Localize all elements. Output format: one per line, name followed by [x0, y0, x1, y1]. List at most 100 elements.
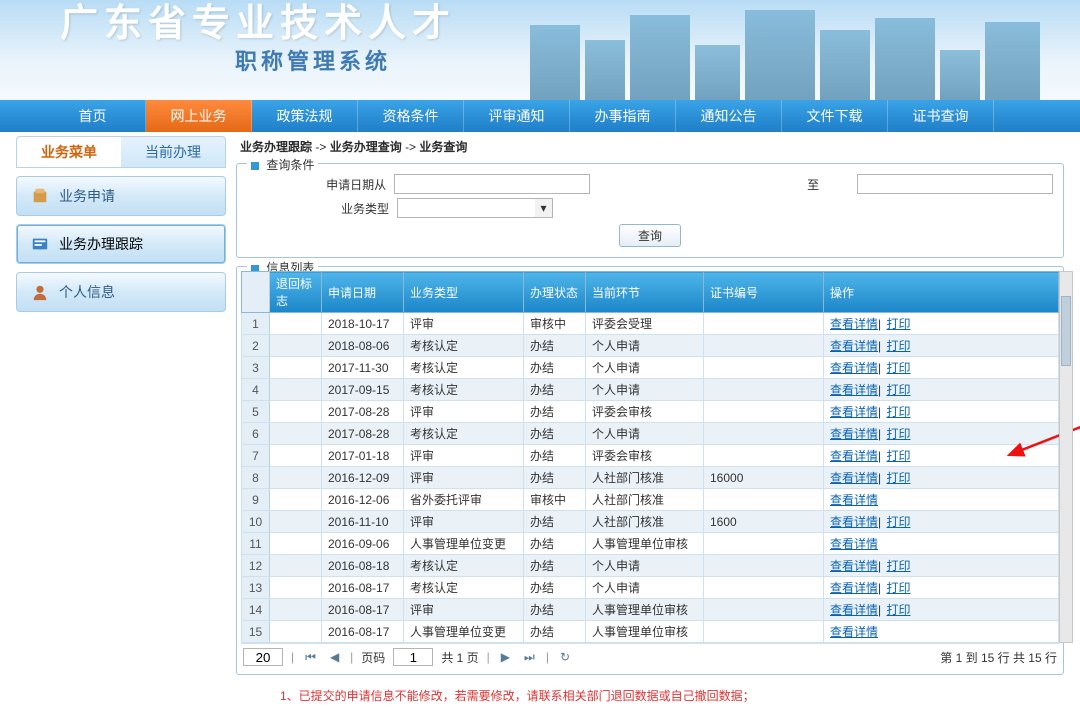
cell [704, 533, 824, 555]
table-row[interactable]: 42017-09-15考核认定办结个人申请查看详情| 打印 [242, 379, 1059, 401]
table-row[interactable]: 142016-08-17评审办结人事管理单位审核查看详情| 打印 [242, 599, 1059, 621]
print-link[interactable]: 打印 [886, 471, 910, 485]
side-tab[interactable]: 当前办理 [121, 137, 225, 167]
print-link[interactable]: 打印 [886, 581, 910, 595]
print-link[interactable]: 打印 [886, 405, 910, 419]
nav-item[interactable]: 评审通知 [464, 100, 570, 132]
cell: 2016-08-18 [322, 555, 404, 577]
row-number: 6 [242, 423, 270, 445]
date-to-input[interactable] [857, 174, 1053, 194]
print-link[interactable]: 打印 [886, 449, 910, 463]
view-link[interactable]: 查看详情 [830, 449, 878, 463]
table-row[interactable]: 72017-01-18评审办结评委会审核查看详情| 打印 [242, 445, 1059, 467]
print-link[interactable]: 打印 [886, 383, 910, 397]
view-link[interactable]: 查看详情 [830, 471, 878, 485]
cell: 评委会受理 [586, 313, 704, 335]
cell: 办结 [524, 445, 586, 467]
table-row[interactable]: 152016-08-17人事管理单位变更办结人事管理单位审核查看详情 [242, 621, 1059, 643]
cell: 审核中 [524, 313, 586, 335]
column-header[interactable]: 业务类型 [404, 272, 524, 313]
table-scrollbar[interactable] [1059, 271, 1073, 643]
table-row[interactable]: 12018-10-17评审审核中评委会受理查看详情| 打印 [242, 313, 1059, 335]
table-row[interactable]: 132016-08-17考核认定办结个人申请查看详情| 打印 [242, 577, 1059, 599]
table-row[interactable]: 62017-08-28考核认定办结个人申请查看详情| 打印 [242, 423, 1059, 445]
table-row[interactable]: 52017-08-28评审办结评委会审核查看详情| 打印 [242, 401, 1059, 423]
row-number: 9 [242, 489, 270, 511]
pager-last-icon[interactable]: ⏭ [521, 650, 538, 665]
view-link[interactable]: 查看详情 [830, 603, 878, 617]
cell: 人事管理单位审核 [586, 621, 704, 643]
content: 业务办理跟踪 -> 业务办理查询 -> 业务查询 查询条件 申请日期从 至 业务… [236, 136, 1064, 704]
cell: 办结 [524, 401, 586, 423]
view-link[interactable]: 查看详情 [830, 427, 878, 441]
breadcrumb-sep: -> [315, 140, 329, 154]
cell [704, 357, 824, 379]
print-link[interactable]: 打印 [886, 559, 910, 573]
column-header[interactable]: 退回标志 [270, 272, 322, 313]
view-link[interactable]: 查看详情 [830, 317, 878, 331]
table-row[interactable]: 32017-11-30考核认定办结个人申请查看详情| 打印 [242, 357, 1059, 379]
search-button[interactable]: 查询 [619, 224, 681, 247]
view-link[interactable]: 查看详情 [830, 383, 878, 397]
table-row[interactable]: 92016-12-06省外委托评审审核中人社部门核准查看详情 [242, 489, 1059, 511]
cell-ops: 查看详情| 打印 [824, 555, 1059, 577]
column-header[interactable]: 当前环节 [586, 272, 704, 313]
side-menu-item[interactable]: 业务申请 [16, 176, 226, 216]
cell-ops: 查看详情| 打印 [824, 577, 1059, 599]
view-link[interactable]: 查看详情 [830, 361, 878, 375]
column-header[interactable]: 办理状态 [524, 272, 586, 313]
column-header[interactable]: 申请日期 [322, 272, 404, 313]
pager-first-icon[interactable]: ⏮ [302, 650, 319, 665]
side-menu-item[interactable]: 业务办理跟踪 [16, 224, 226, 264]
nav-item[interactable]: 通知公告 [676, 100, 782, 132]
table-row[interactable]: 112016-09-06人事管理单位变更办结人事管理单位审核查看详情 [242, 533, 1059, 555]
print-link[interactable]: 打印 [886, 317, 910, 331]
side-tab[interactable]: 业务菜单 [17, 137, 121, 167]
row-number: 1 [242, 313, 270, 335]
date-to-label: 至 [680, 176, 827, 193]
biz-type-picker-icon[interactable]: ▾ [535, 198, 553, 218]
print-link[interactable]: 打印 [886, 603, 910, 617]
print-link[interactable]: 打印 [886, 339, 910, 353]
nav-item[interactable]: 网上业务 [146, 100, 252, 132]
view-link[interactable]: 查看详情 [830, 559, 878, 573]
view-link[interactable]: 查看详情 [830, 625, 878, 639]
page-size-input[interactable] [243, 648, 283, 666]
cell: 考核认定 [404, 577, 524, 599]
nav-item[interactable]: 资格条件 [358, 100, 464, 132]
biz-type-input[interactable] [397, 198, 537, 218]
side-menu-item[interactable]: 个人信息 [16, 272, 226, 312]
pager-refresh-icon[interactable]: ↻ [557, 650, 573, 664]
pager-range: 第 1 到 15 行 共 15 行 [940, 649, 1057, 666]
print-link[interactable]: 打印 [886, 361, 910, 375]
cell: 2016-12-09 [322, 467, 404, 489]
view-link[interactable]: 查看详情 [830, 339, 878, 353]
view-link[interactable]: 查看详情 [830, 581, 878, 595]
date-from-input[interactable] [394, 174, 590, 194]
cell: 评审 [404, 467, 524, 489]
nav-item[interactable]: 首页 [40, 100, 146, 132]
view-link[interactable]: 查看详情 [830, 537, 878, 551]
table-row[interactable]: 22018-08-06考核认定办结个人申请查看详情| 打印 [242, 335, 1059, 357]
print-link[interactable]: 打印 [886, 427, 910, 441]
cell-ops: 查看详情| 打印 [824, 401, 1059, 423]
row-number: 15 [242, 621, 270, 643]
nav-item[interactable]: 文件下载 [782, 100, 888, 132]
table-row[interactable]: 82016-12-09评审办结人社部门核准16000查看详情| 打印 [242, 467, 1059, 489]
pager-next-icon[interactable]: ▶ [498, 650, 513, 664]
nav-item[interactable]: 办事指南 [570, 100, 676, 132]
nav-item[interactable]: 证书查询 [888, 100, 994, 132]
nav-item[interactable]: 政策法规 [252, 100, 358, 132]
view-link[interactable]: 查看详情 [830, 405, 878, 419]
view-link[interactable]: 查看详情 [830, 515, 878, 529]
table-row[interactable]: 102016-11-10评审办结人社部门核准1600查看详情| 打印 [242, 511, 1059, 533]
cell [270, 599, 322, 621]
table-row[interactable]: 122016-08-18考核认定办结个人申请查看详情| 打印 [242, 555, 1059, 577]
page-no-input[interactable] [393, 648, 433, 666]
view-link[interactable]: 查看详情 [830, 493, 878, 507]
column-header[interactable]: 操作 [824, 272, 1059, 313]
pager-prev-icon[interactable]: ◀ [327, 650, 342, 664]
print-link[interactable]: 打印 [886, 515, 910, 529]
cell: 办结 [524, 335, 586, 357]
column-header[interactable]: 证书编号 [704, 272, 824, 313]
